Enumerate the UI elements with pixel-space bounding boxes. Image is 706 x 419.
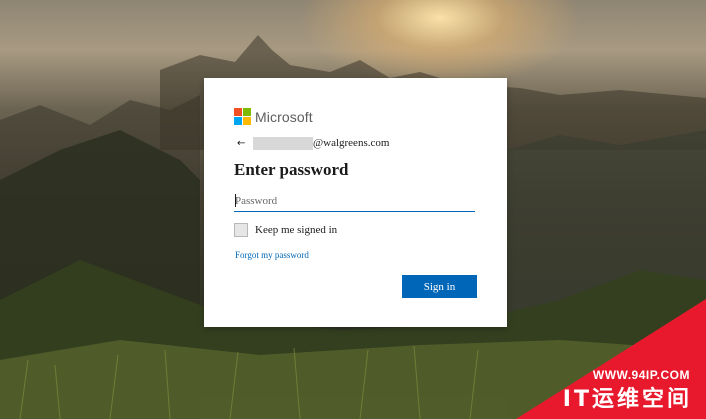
watermark-title: IT运维空间 bbox=[562, 387, 692, 412]
watermark-url: WWW.94IP.COM bbox=[592, 368, 690, 382]
logo-yellow-square bbox=[243, 117, 251, 125]
sign-in-button[interactable]: Sign in bbox=[402, 275, 477, 298]
page-title: Enter password bbox=[234, 160, 349, 179]
brand-header: Microsoft bbox=[234, 108, 313, 125]
keep-signed-in-checkbox[interactable] bbox=[234, 223, 248, 237]
logo-blue-square bbox=[234, 117, 242, 125]
logo-green-square bbox=[243, 108, 251, 116]
redacted-username bbox=[253, 136, 313, 150]
microsoft-logo-icon bbox=[234, 108, 251, 125]
text-cursor bbox=[235, 194, 236, 207]
logo-red-square bbox=[234, 108, 242, 116]
identity-banner: ← @walgreens.com bbox=[237, 136, 389, 150]
email-domain: @walgreens.com bbox=[313, 137, 390, 149]
back-arrow-icon[interactable]: ← bbox=[237, 138, 253, 149]
keep-signed-in-label[interactable]: Keep me signed in bbox=[255, 224, 337, 236]
forgot-password-link[interactable]: Forgot my password bbox=[235, 250, 309, 260]
brand-name: Microsoft bbox=[255, 108, 313, 125]
password-input[interactable] bbox=[234, 191, 475, 212]
keep-signed-in-option[interactable]: Keep me signed in bbox=[234, 223, 337, 237]
sign-in-card: Microsoft ← @walgreens.com Enter passwor… bbox=[204, 78, 507, 327]
